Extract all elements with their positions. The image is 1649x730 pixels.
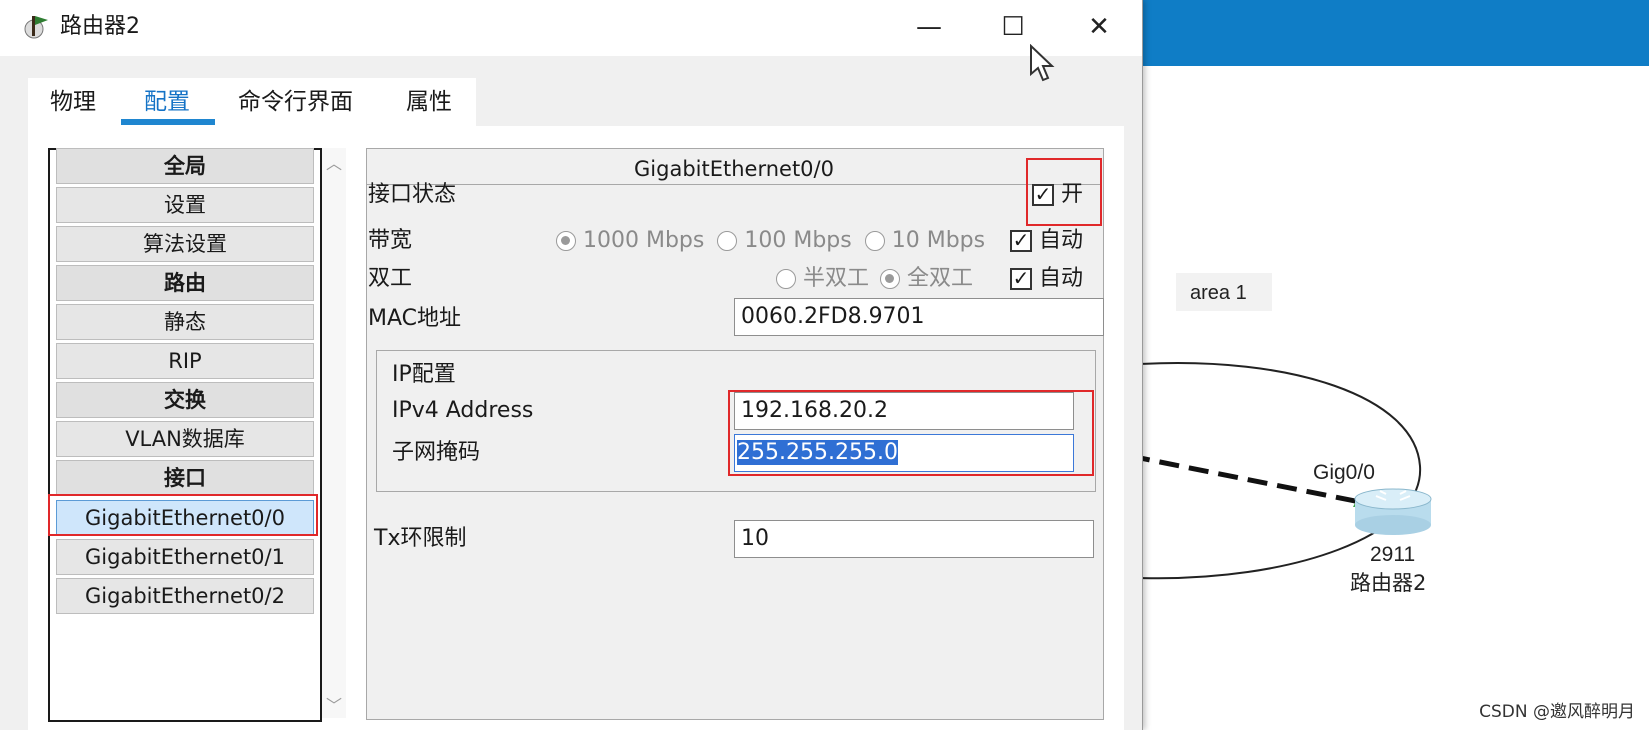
sidebar-item-algorithm[interactable]: 算法设置 — [56, 226, 314, 262]
duplex-auto[interactable]: ✓ 自动 — [1010, 262, 1083, 296]
duplex-auto-checkbox[interactable]: ✓ — [1010, 268, 1032, 290]
subnet-mask-label: 子网掩码 — [392, 440, 481, 465]
router-model-label: 2911 — [1370, 543, 1415, 566]
router-name-label: 路由器2 — [1350, 571, 1426, 595]
interface-title: GigabitEthernet0/0 — [634, 157, 834, 181]
bandwidth-auto[interactable]: ✓ 自动 — [1010, 224, 1083, 258]
duplex-half-radio[interactable] — [776, 269, 796, 289]
mac-address-label: MAC地址 — [368, 306, 462, 331]
sidebar-header-switching: 交换 — [56, 382, 314, 418]
title-divider — [366, 184, 1102, 185]
sidebar-item-settings[interactable]: 设置 — [56, 187, 314, 223]
bandwidth-1000-radio[interactable] — [556, 231, 576, 251]
tab-cli[interactable]: 命令行界面 — [238, 84, 353, 120]
sidebar-scrollbar[interactable]: ︿ ﹀ — [322, 148, 346, 718]
router-app-icon — [24, 16, 48, 39]
sidebar-item-gig0-1[interactable]: GigabitEthernet0/1 — [56, 539, 314, 575]
duplex-full-radio[interactable] — [880, 269, 901, 289]
router-icon — [1354, 488, 1432, 535]
watermark: CSDN @邀风醉明月 — [1479, 702, 1635, 722]
tx-ring-limit-label: Tx环限制 — [374, 526, 467, 551]
bandwidth-10-label: 10 Mbps — [891, 228, 986, 253]
port-label: Gig0/0 — [1313, 461, 1375, 484]
active-tab-indicator — [121, 119, 215, 125]
sidebar-item-gig0-2[interactable]: GigabitEthernet0/2 — [56, 578, 314, 614]
sidebar-header-routing: 路由 — [56, 265, 314, 301]
highlight-port-status — [1026, 158, 1102, 226]
close-button[interactable]: ✕ — [1070, 6, 1128, 48]
mac-address-field[interactable]: 0060.2FD8.9701 — [734, 298, 1104, 336]
port-status-label: 接口状态 — [368, 182, 457, 207]
duplex-options: 半双工 全双工 — [776, 262, 973, 296]
bandwidth-100-radio[interactable] — [717, 231, 738, 251]
ip-config-label: IP配置 — [392, 362, 456, 387]
highlight-ip-fields — [728, 390, 1094, 476]
topology-canvas: area 1 Gig0/0 2911 路由器2 — [1140, 273, 1432, 595]
sidebar-item-static[interactable]: 静态 — [56, 304, 314, 340]
area-label: area 1 — [1190, 282, 1247, 304]
bandwidth-auto-label: 自动 — [1039, 228, 1084, 253]
bandwidth-10-radio[interactable] — [864, 231, 885, 251]
scroll-down-icon[interactable]: ﹀ — [322, 692, 346, 716]
maximize-button[interactable]: ☐ — [984, 6, 1042, 48]
bandwidth-options: 1000 Mbps 100 Mbps 10 Mbps — [556, 224, 985, 258]
duplex-full-label: 全双工 — [907, 266, 974, 291]
sidebar-header-interface: 接口 — [56, 460, 314, 496]
tab-config[interactable]: 配置 — [144, 84, 190, 120]
bandwidth-100-label: 100 Mbps — [744, 228, 852, 253]
sidebar-list: 全局 设置 算法设置 路由 静态 RIP 交换 VLAN数据库 接口 Gigab… — [48, 148, 322, 722]
minimize-button[interactable]: — — [900, 6, 958, 48]
tx-ring-limit-field[interactable]: 10 — [734, 520, 1094, 558]
sidebar-item-rip[interactable]: RIP — [56, 343, 314, 379]
scroll-up-icon[interactable]: ︿ — [322, 150, 346, 174]
window-title: 路由器2 — [60, 14, 140, 39]
bandwidth-1000-label: 1000 Mbps — [583, 228, 705, 253]
workspace-toolbar — [1140, 0, 1649, 66]
title-bar[interactable] — [0, 0, 1142, 56]
bandwidth-label: 带宽 — [368, 228, 413, 253]
highlight-selected-interface — [48, 494, 318, 536]
sidebar-header-global: 全局 — [56, 148, 314, 184]
tab-physical[interactable]: 物理 — [50, 84, 96, 120]
tab-attributes[interactable]: 属性 — [406, 84, 452, 120]
duplex-half-label: 半双工 — [803, 266, 870, 291]
bandwidth-auto-checkbox[interactable]: ✓ — [1010, 230, 1032, 252]
sidebar-item-vlan-database[interactable]: VLAN数据库 — [56, 421, 314, 457]
ipv4-address-label: IPv4 Address — [392, 398, 534, 423]
duplex-auto-label: 自动 — [1039, 266, 1084, 291]
duplex-label: 双工 — [368, 266, 413, 291]
mouse-cursor-icon — [1030, 44, 1055, 82]
